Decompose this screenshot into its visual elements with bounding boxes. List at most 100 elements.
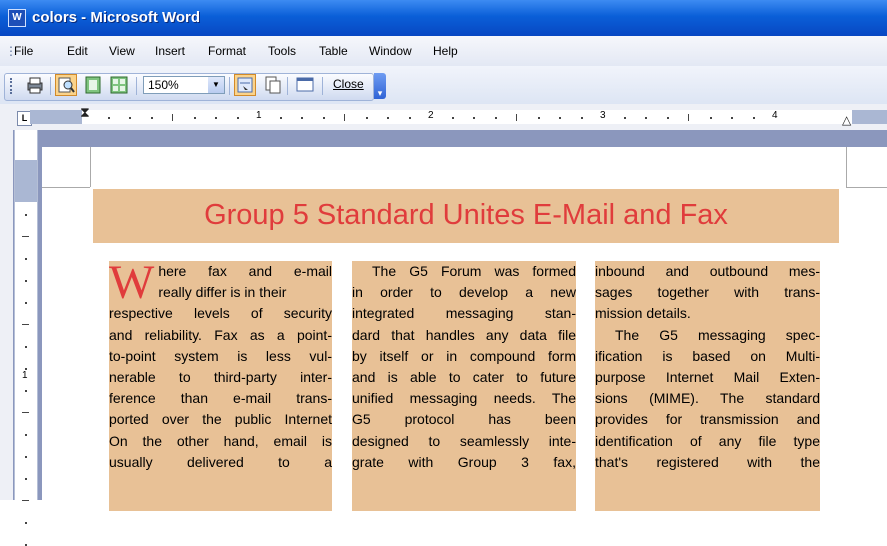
column-line: and is able to cater to future <box>352 368 576 385</box>
toolbar-separator <box>136 77 137 95</box>
column-line: ported over the public Internet <box>109 411 332 428</box>
ruler-tick <box>322 117 325 119</box>
column-line: ification is based on Multi- <box>595 347 820 364</box>
ruler-tick <box>25 302 27 304</box>
print-icon[interactable] <box>24 74 46 96</box>
ruler-tick <box>559 117 561 119</box>
vertical-ruler-margin <box>15 160 37 202</box>
ruler-tick <box>25 368 27 370</box>
first-line-indent-marker-icon[interactable]: ⧗ <box>80 105 90 119</box>
magnifier-icon[interactable] <box>55 74 77 96</box>
menu-file[interactable]: File <box>14 36 33 66</box>
ruler-tick <box>25 214 27 216</box>
column-line: sions (MIME). The standard <box>595 390 820 407</box>
ruler-number: 3 <box>600 110 606 121</box>
menu-edit[interactable]: Edit <box>67 36 88 66</box>
view-ruler-icon[interactable] <box>234 74 256 96</box>
toolbar-grip-icon[interactable] <box>10 78 16 94</box>
column-line: provides for transmission and <box>595 411 820 428</box>
ruler-tick <box>301 117 303 119</box>
crop-mark <box>42 187 90 188</box>
column-line: sages together with trans- <box>595 284 820 301</box>
ruler-tick <box>25 390 27 392</box>
column-line: nerable to third-party inter- <box>109 368 332 385</box>
column-line: unified messaging needs. The <box>352 390 576 407</box>
ruler-tick <box>709 117 712 119</box>
ruler-tick <box>236 117 239 119</box>
ruler-tick <box>666 117 669 119</box>
horizontal-ruler[interactable]: L ⧗ △ 1 2 3 4 <box>0 104 887 131</box>
ruler-right-margin <box>852 110 887 124</box>
ruler-tick <box>25 346 27 348</box>
zoom-dropdown[interactable]: 150% ▼ <box>143 76 225 94</box>
column-line: in order to develop a new <box>352 284 576 301</box>
heading-box: Group 5 Standard Unites E-Mail and Fax <box>93 189 839 243</box>
window-title: colors - Microsoft Word <box>32 9 201 26</box>
column-line: inbound and outbound mes- <box>595 263 820 279</box>
column-line: that's registered with the <box>595 453 820 470</box>
full-screen-icon[interactable] <box>294 74 316 96</box>
document-heading[interactable]: Group 5 Standard Unites E-Mail and Fax <box>93 189 839 243</box>
ruler-tick <box>516 114 517 121</box>
column-line: The G5 Forum was formed <box>372 263 576 279</box>
close-button[interactable]: Close <box>333 77 364 91</box>
toolbar-options-icon[interactable]: ▾ <box>374 73 386 99</box>
word-doc-icon[interactable]: W <box>8 9 26 27</box>
close-button-label: Close <box>333 77 364 91</box>
ruler-tick <box>344 114 345 121</box>
ruler-tick <box>25 522 27 524</box>
ruler-tick <box>150 117 153 119</box>
toolbar-separator <box>322 77 323 95</box>
ruler-tick <box>645 117 647 119</box>
column-line: grate with Group 3 fax, <box>352 453 576 470</box>
column-line: to-point system is less vul- <box>109 347 332 364</box>
text-column-2[interactable]: The G5 Forum was formed in order to devel… <box>352 261 576 511</box>
ruler-tick <box>688 114 689 121</box>
column-line: purpose Internet Mail Exten- <box>595 368 820 385</box>
menu-insert[interactable]: Insert <box>155 36 185 66</box>
column-line: dard that handles any data file <box>352 326 576 343</box>
menu-format[interactable]: Format <box>208 36 246 66</box>
column-line: integrated messaging stan- <box>352 305 576 322</box>
menu-view[interactable]: View <box>109 36 135 66</box>
chevron-down-icon[interactable]: ▼ <box>208 77 224 93</box>
ruler-tick <box>365 117 368 119</box>
zoom-value: 150% <box>148 78 179 92</box>
vertical-ruler-number: 1 <box>22 370 28 381</box>
menu-window[interactable]: Window <box>369 36 412 66</box>
ruler-left-margin <box>30 110 82 124</box>
ruler-tick <box>473 117 475 119</box>
shrink-to-fit-icon[interactable] <box>262 74 284 96</box>
crop-mark <box>846 187 887 188</box>
ruler-tick <box>537 117 540 119</box>
vertical-ruler-gutter <box>0 130 13 500</box>
ruler-tick <box>193 117 196 119</box>
column-line: On the other hand, email is <box>109 432 332 449</box>
document-page[interactable]: Group 5 Standard Unites E-Mail and Fax W… <box>42 147 887 511</box>
ruler-tick <box>25 258 27 260</box>
multiple-pages-icon[interactable] <box>108 74 130 96</box>
ruler-tick <box>387 117 389 119</box>
menu-tools[interactable]: Tools <box>268 36 296 66</box>
ruler-tick <box>25 478 27 480</box>
drop-cap: W <box>109 261 155 309</box>
vertical-ruler[interactable]: 1 <box>14 130 38 546</box>
right-indent-marker-icon[interactable]: △ <box>842 113 851 127</box>
menu-help[interactable]: Help <box>433 36 458 66</box>
column-line: mission details. <box>595 305 691 322</box>
ruler-tick <box>580 117 583 119</box>
one-page-icon[interactable] <box>82 74 104 96</box>
text-column-3[interactable]: inbound and outbound mes-sages together … <box>595 261 820 511</box>
ruler-track[interactable] <box>82 110 852 124</box>
column-line: by itself or in compound form <box>352 347 576 364</box>
ruler-tick <box>22 412 29 413</box>
ruler-number: 2 <box>428 110 434 121</box>
column-line: and reliability. Fax as a point- <box>109 326 332 343</box>
menu-table[interactable]: Table <box>319 36 348 66</box>
ruler-tick <box>22 500 29 501</box>
ruler-number: 1 <box>256 110 262 121</box>
column-line: The G5 messaging spec- <box>615 326 820 343</box>
toolbar-separator <box>50 77 51 95</box>
ruler-tick <box>451 117 454 119</box>
text-column-1[interactable]: W here fax and e-mail really differ is i… <box>109 261 332 511</box>
